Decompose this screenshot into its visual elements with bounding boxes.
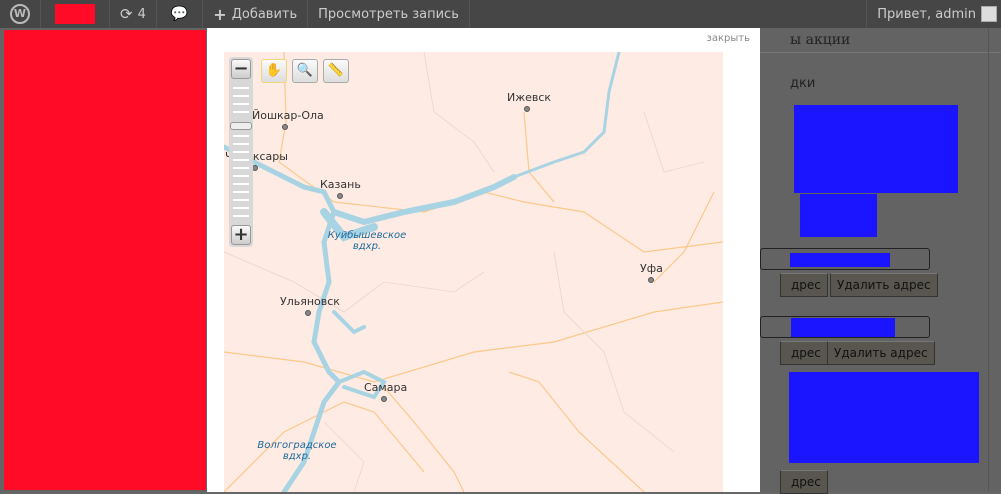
- admin-bar: W ⟳ 4 💬 + Добавить Просмотреть запись Прив…: [0, 0, 1001, 28]
- zoom-tick: [233, 215, 249, 217]
- plus-icon: +: [213, 4, 227, 24]
- zoom-slider[interactable]: − +: [229, 57, 253, 247]
- zoom-tick: [233, 159, 249, 161]
- city-label: Йошкар-Ола: [252, 109, 324, 122]
- updates-button[interactable]: ⟳ 4: [110, 0, 157, 28]
- zoom-tick: [233, 175, 249, 177]
- zoom-tick: [233, 191, 249, 193]
- zoom-in-button[interactable]: +: [231, 225, 251, 245]
- water-label: Волгоградское вдхр.: [257, 440, 337, 462]
- zoom-out-button[interactable]: −: [231, 59, 251, 79]
- address-button[interactable]: дрес: [780, 470, 828, 494]
- map[interactable]: Ижевск Йошкар-Ола Чебоксары Казань Уфа У…: [224, 52, 723, 492]
- ruler-icon: 📏: [327, 63, 345, 78]
- comments-button[interactable]: 💬: [157, 0, 204, 28]
- greeting: Привет, admin: [877, 6, 976, 22]
- zoom-tick: [233, 95, 249, 97]
- city-label: Самара: [364, 381, 408, 394]
- updates-count: 4: [137, 6, 146, 22]
- city-label: Уфа: [640, 262, 663, 275]
- redacted-block: [794, 105, 958, 193]
- city-label: Ульяновск: [280, 295, 340, 308]
- wordpress-icon: W: [10, 4, 30, 24]
- address-button[interactable]: дрес: [780, 273, 828, 297]
- redacted-site-name: [55, 4, 95, 24]
- magnifier-icon: 🔍: [296, 63, 314, 78]
- ruler-tool-button[interactable]: 📏: [323, 59, 349, 83]
- zoom-tick: [233, 111, 249, 113]
- avatar: [981, 6, 997, 22]
- field-label: дки: [790, 76, 816, 91]
- site-name-button[interactable]: [41, 0, 110, 28]
- map-modal: закрыть Ижевск Йошкар-Ола Чебоксары Каза…: [207, 28, 760, 492]
- address-button[interactable]: дрес: [780, 341, 828, 365]
- zoom-tick: [233, 167, 249, 169]
- user-menu[interactable]: Привет, admin: [866, 0, 1001, 28]
- zoom-tick: [233, 151, 249, 153]
- divider: [760, 52, 1001, 53]
- redacted-block: [790, 253, 890, 267]
- zoom-tick: [233, 143, 249, 145]
- pan-tool-button[interactable]: ✋: [261, 59, 287, 83]
- zoom-tick: [233, 207, 249, 209]
- magnifier-tool-button[interactable]: 🔍: [292, 59, 318, 83]
- wordpress-logo-button[interactable]: W: [0, 0, 41, 28]
- zoom-tick: [233, 135, 249, 137]
- zoom-tick: [233, 87, 249, 89]
- redacted-block: [800, 194, 877, 237]
- refresh-icon: ⟳: [120, 5, 133, 23]
- zoom-handle[interactable]: [230, 122, 252, 130]
- water-label: Куйбышевское вдхр.: [327, 230, 407, 252]
- divider: [988, 28, 989, 492]
- add-new-button[interactable]: + Добавить: [203, 0, 309, 28]
- redacted-block: [791, 318, 895, 337]
- add-new-label: Добавить: [231, 6, 298, 22]
- city-label: Ижевск: [507, 91, 552, 104]
- comment-icon: 💬: [170, 6, 189, 22]
- redacted-block: [4, 30, 206, 490]
- city-label: Казань: [320, 178, 361, 191]
- delete-address-button[interactable]: Удалить адрес: [827, 341, 935, 365]
- view-post-link[interactable]: Просмотреть запись: [308, 0, 470, 28]
- hand-icon: ✋: [265, 63, 283, 78]
- zoom-tick: [233, 183, 249, 185]
- zoom-tick: [233, 199, 249, 201]
- zoom-tick: [233, 103, 249, 105]
- delete-address-button[interactable]: Удалить адрес: [830, 273, 938, 297]
- section-heading: ы акции: [790, 32, 851, 48]
- close-link[interactable]: закрыть: [707, 33, 750, 44]
- redacted-block: [789, 372, 979, 463]
